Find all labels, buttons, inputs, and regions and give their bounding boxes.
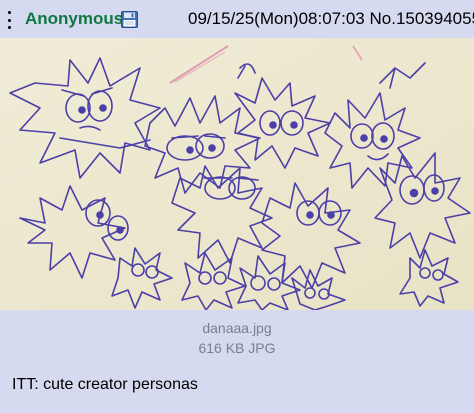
file-name-link[interactable]: danaaa.jpg	[0, 318, 474, 338]
file-info: danaaa.jpg 616 KB JPG	[0, 318, 474, 358]
floppy-disk-icon[interactable]	[121, 11, 138, 28]
post-number-link[interactable]: No.150394055	[369, 9, 474, 28]
kebab-menu-icon[interactable]	[6, 11, 12, 29]
drawing-illustration	[0, 38, 474, 310]
post-datetime: 09/15/25(Mon)08:07:03	[188, 9, 365, 28]
post-image[interactable]	[0, 38, 474, 310]
poster-name: Anonymous	[25, 9, 124, 28]
post-header: Anonymous 09/15/25(Mon)08:07:03 No.15039…	[0, 0, 474, 38]
post-comment: ITT: cute creator personas	[12, 376, 198, 393]
post-container: Anonymous 09/15/25(Mon)08:07:03 No.15039…	[0, 0, 474, 413]
file-size-type: 616 KB JPG	[198, 340, 276, 356]
post-meta: 09/15/25(Mon)08:07:03 No.150394055	[188, 9, 474, 29]
